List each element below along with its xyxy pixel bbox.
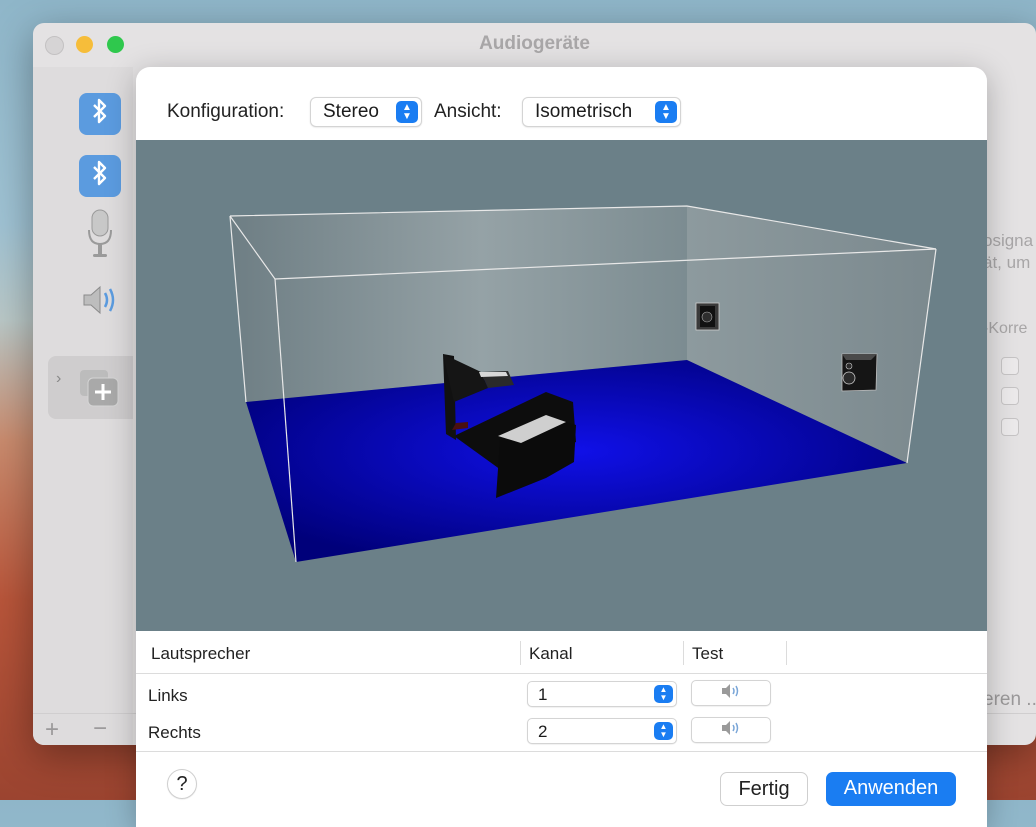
add-aggregate-icon	[78, 368, 120, 413]
background-description-line-2: ät, um	[983, 253, 1031, 272]
stepper-icon: ▲ ▼	[654, 685, 673, 703]
bluetooth-icon	[90, 159, 110, 194]
disclosure-chevron-icon[interactable]: ›	[56, 370, 61, 388]
speaker-right-model	[841, 353, 878, 392]
channel-value: 2	[538, 722, 548, 741]
speaker-config-sheet: Konfiguration: Stereo ▲ ▼ Ansicht: Isomet…	[136, 67, 987, 827]
channel-value: 1	[538, 685, 548, 704]
sheet-toolbar: Konfiguration: Stereo ▲ ▼ Ansicht: Isomet…	[136, 67, 987, 140]
background-column-header: -Korre	[983, 320, 1028, 337]
stepper-icon: ▲ ▼	[655, 101, 677, 123]
test-right-button[interactable]	[691, 717, 771, 743]
speaker-test-icon	[719, 683, 743, 704]
sheet-footer: ? Fertig Anwenden	[136, 751, 987, 827]
config-popup[interactable]: Stereo ▲ ▼	[310, 97, 422, 127]
speaker-test-icon	[719, 720, 743, 741]
speaker-name: Rechts	[148, 723, 201, 742]
config-label: Konfiguration:	[167, 101, 285, 122]
header-test[interactable]: Test	[692, 644, 723, 664]
bluetooth-icon	[90, 97, 110, 132]
background-checkbox[interactable]	[1001, 418, 1019, 436]
background-checkbox[interactable]	[1001, 387, 1019, 405]
microphone-icon	[87, 208, 113, 265]
header-separator	[520, 641, 521, 665]
done-button[interactable]: Fertig	[720, 772, 808, 806]
background-description-line-1: osigna	[983, 231, 1034, 250]
speaker-icon	[78, 282, 122, 323]
view-label: Ansicht:	[434, 101, 502, 122]
background-checkbox[interactable]	[1001, 357, 1019, 375]
help-button[interactable]: ?	[167, 769, 197, 799]
apply-button[interactable]: Anwenden	[826, 772, 956, 806]
background-button[interactable]: eren ...	[983, 689, 1036, 711]
channel-popup[interactable]: 1 ▲ ▼	[527, 681, 677, 707]
speaker-device[interactable]	[79, 281, 121, 323]
view-popup[interactable]: Isometrisch ▲ ▼	[522, 97, 681, 127]
aggregate-device-row[interactable]: ›	[48, 356, 133, 419]
table-row[interactable]: Rechts 2 ▲ ▼	[136, 715, 987, 751]
test-left-button[interactable]	[691, 680, 771, 706]
stepper-icon: ▲ ▼	[396, 101, 418, 123]
bluetooth-device-1[interactable]	[79, 93, 121, 135]
header-separator	[786, 641, 787, 665]
add-device-button[interactable]: +	[45, 716, 59, 744]
view-value: Isometrisch	[535, 101, 633, 122]
remove-device-button[interactable]: −	[93, 715, 107, 743]
device-sidebar: ›	[33, 67, 133, 745]
speaker-name: Links	[148, 686, 188, 705]
title-bar: Audiogeräte	[33, 23, 1036, 67]
table-row[interactable]: Links 1 ▲ ▼	[136, 678, 987, 714]
header-speaker[interactable]: Lautsprecher	[151, 644, 250, 664]
speaker-table: Lautsprecher Kanal Test Links 1 ▲ ▼ Recht…	[136, 631, 987, 751]
room-3d-viewport[interactable]	[136, 140, 987, 631]
table-header: Lautsprecher Kanal Test	[136, 631, 987, 674]
header-channel[interactable]: Kanal	[529, 644, 572, 664]
window-title: Audiogeräte	[479, 33, 590, 54]
config-value: Stereo	[323, 101, 379, 122]
channel-popup[interactable]: 2 ▲ ▼	[527, 718, 677, 744]
speaker-left-model	[695, 302, 720, 331]
header-separator	[683, 641, 684, 665]
stepper-icon: ▲ ▼	[654, 722, 673, 740]
bluetooth-device-2[interactable]	[79, 155, 121, 197]
microphone-device[interactable]	[79, 209, 121, 257]
